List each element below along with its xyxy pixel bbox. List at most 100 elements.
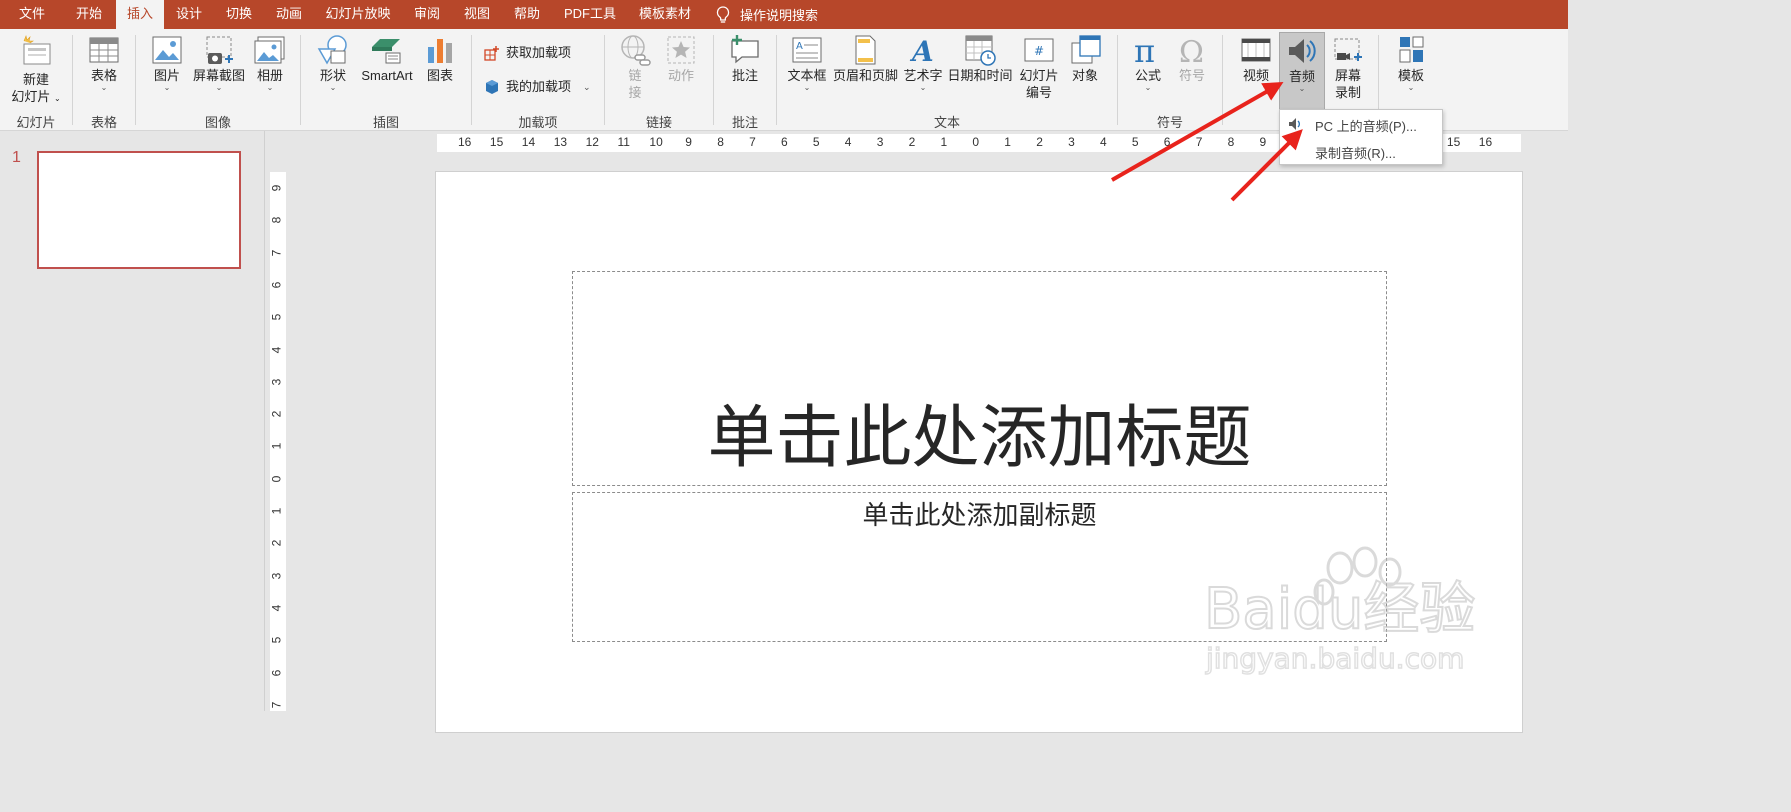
ruler-tick-label: 6 <box>269 281 284 289</box>
chart-button[interactable]: 图表 <box>421 33 459 84</box>
lightbulb-icon <box>716 5 730 23</box>
chevron-down-icon: ⌄ <box>1407 83 1415 92</box>
get-addins-button[interactable]: 获取加载项 <box>484 42 571 64</box>
group-illustrations: 形状 ⌄ SmartArt 图表 插图 <box>301 29 471 130</box>
action-star-icon <box>667 36 695 64</box>
omega-icon: Ω <box>1179 35 1204 67</box>
chart-icon <box>428 39 452 63</box>
tab-design[interactable]: 设计 <box>166 0 212 29</box>
audio-label: 音频 <box>1288 69 1315 84</box>
group-images: 图片 ⌄ 屏幕截图 ⌄ 相册 ⌄ 图像 <box>136 29 300 130</box>
group-label-slides: 幻灯片 <box>16 115 56 130</box>
action-button[interactable]: 动作 <box>661 33 701 84</box>
slide-number: 1 <box>12 149 21 166</box>
get-addins-label: 获取加载项 <box>506 45 572 60</box>
group-links: 链 接 动作 链接 <box>605 29 713 130</box>
photo-album-label: 相册 <box>256 68 283 83</box>
picture-button[interactable]: 图片 ⌄ <box>148 33 186 92</box>
watermark-url: jingyan.baidu.com <box>1205 642 1464 675</box>
slide-thumbnail[interactable] <box>37 151 241 269</box>
textbox-button[interactable]: A 文本框 ⌄ <box>785 33 829 92</box>
tab-transitions[interactable]: 切换 <box>216 0 262 29</box>
tab-file[interactable]: 文件 <box>8 0 56 29</box>
chevron-down-icon: ⌄ <box>329 83 337 92</box>
slide-number-button[interactable]: # 幻灯片 编号 <box>1017 33 1061 101</box>
photo-album-button[interactable]: 相册 ⌄ <box>250 33 290 92</box>
picture-label: 图片 <box>153 68 180 83</box>
video-button[interactable]: 视频 <box>1235 33 1277 84</box>
wordart-button[interactable]: A 艺术字 ⌄ <box>901 33 945 92</box>
table-button[interactable]: 表格 ⌄ <box>83 33 125 92</box>
screenshot-icon <box>206 36 233 64</box>
group-label-illustrations: 插图 <box>372 115 399 130</box>
group-text: A 文本框 ⌄ 页眉和页脚 A 艺术字 ⌄ 日期和时间 # 幻灯片 编号 对象 … <box>777 29 1117 130</box>
comment-label: 批注 <box>731 68 758 83</box>
chevron-down-icon: ⌄ <box>1298 84 1306 93</box>
link-button[interactable]: 链 接 <box>617 33 653 101</box>
tab-template-materials[interactable]: 模板素材 <box>632 0 698 29</box>
ruler-tick-label: 2 <box>269 410 284 418</box>
screenshot-button[interactable]: 屏幕截图 ⌄ <box>190 33 248 92</box>
baidu-jingyan-watermark: Baidu经验 jingyan.baidu.com <box>1203 546 1476 676</box>
header-footer-button[interactable]: 页眉和页脚 <box>833 33 898 84</box>
symbol-button[interactable]: Ω 符号 <box>1172 33 1212 84</box>
tell-me-search[interactable]: 操作说明搜索 <box>716 0 818 29</box>
template-button[interactable]: 模板 ⌄ <box>1391 33 1431 92</box>
my-addins-button[interactable]: 我的加载项 ⌄ <box>484 76 591 98</box>
object-button[interactable]: 对象 <box>1065 33 1105 84</box>
group-label-links: 链接 <box>645 115 672 130</box>
comment-button[interactable]: 批注 <box>726 33 764 84</box>
picture-icon <box>152 36 182 64</box>
svg-text:A: A <box>909 35 934 67</box>
equation-button[interactable]: π 公式 ⌄ <box>1128 33 1168 92</box>
svg-text:π: π <box>1134 33 1155 67</box>
new-slide-button[interactable]: 新建 幻灯片 ⌄ <box>6 33 66 107</box>
ruler-tick-label: 15 <box>489 135 504 149</box>
audio-on-pc-menu-item[interactable]: PC 上的音频(P)... <box>1315 116 1417 135</box>
ruler-tick-label: 1 <box>1004 135 1011 149</box>
ruler-tick-label: 5 <box>269 636 284 644</box>
ruler-tick-label: 7 <box>749 135 756 149</box>
tab-home[interactable]: 开始 <box>64 0 114 29</box>
date-time-button[interactable]: 日期和时间 <box>947 33 1013 84</box>
ruler-tick-label: 12 <box>585 135 599 149</box>
tab-help[interactable]: 帮助 <box>504 0 550 29</box>
tab-view[interactable]: 视图 <box>454 0 500 29</box>
ruler-tick-label: 2 <box>1036 135 1043 149</box>
comment-icon <box>731 35 759 64</box>
tab-pdf-tools[interactable]: PDF工具 <box>558 0 622 29</box>
screen-record-icon <box>1334 38 1362 61</box>
shapes-button[interactable]: 形状 ⌄ <box>313 33 353 92</box>
table-icon <box>89 37 119 63</box>
ruler-tick-label: 14 <box>521 135 536 149</box>
speaker-icon <box>1289 39 1316 63</box>
textbox-icon: A <box>792 37 822 63</box>
ruler-tick-label: 6 <box>1163 135 1171 149</box>
ruler-tick-label: 3 <box>1068 135 1075 149</box>
vertical-ruler: 9 8 7 6 5 4 3 2 1 0 1 2 3 4 5 6 7 <box>269 172 286 711</box>
screen-recording-label-2: 录制 <box>1334 85 1361 100</box>
ruler-tick-label: 4 <box>269 346 284 353</box>
tab-animations[interactable]: 动画 <box>266 0 312 29</box>
tab-slideshow[interactable]: 幻灯片放映 <box>318 0 398 29</box>
screen-recording-button[interactable]: 屏幕 录制 <box>1327 33 1369 101</box>
pi-icon: π <box>1134 33 1155 67</box>
title-placeholder[interactable]: 单击此处添加标题 <box>572 271 1387 486</box>
ruler-tick-label: 15 <box>1446 135 1461 149</box>
ruler-tick-label: 1 <box>269 443 284 450</box>
watermark-text: Baidu经验 <box>1204 577 1475 642</box>
new-slide-icon <box>23 35 51 65</box>
shapes-icon <box>317 35 347 65</box>
audio-button[interactable]: 音频 ⌄ <box>1279 32 1325 110</box>
smartart-button[interactable]: SmartArt <box>355 33 419 84</box>
ruler-tick-label: 2 <box>908 135 916 149</box>
tab-insert[interactable]: 插入 <box>116 0 164 29</box>
tab-review[interactable]: 审阅 <box>404 0 450 29</box>
screen-recording-label-1: 屏幕 <box>1334 68 1361 83</box>
photo-album-icon <box>254 36 285 64</box>
record-audio-menu-item[interactable]: 录制音频(R)... <box>1315 143 1396 162</box>
group-tables: 表格 ⌄ 表格 <box>73 29 135 130</box>
chevron-down-icon: ⌄ <box>163 83 171 92</box>
new-slide-label-2: 幻灯片 ⌄ <box>11 89 61 104</box>
chevron-down-icon: ⌄ <box>803 83 811 92</box>
